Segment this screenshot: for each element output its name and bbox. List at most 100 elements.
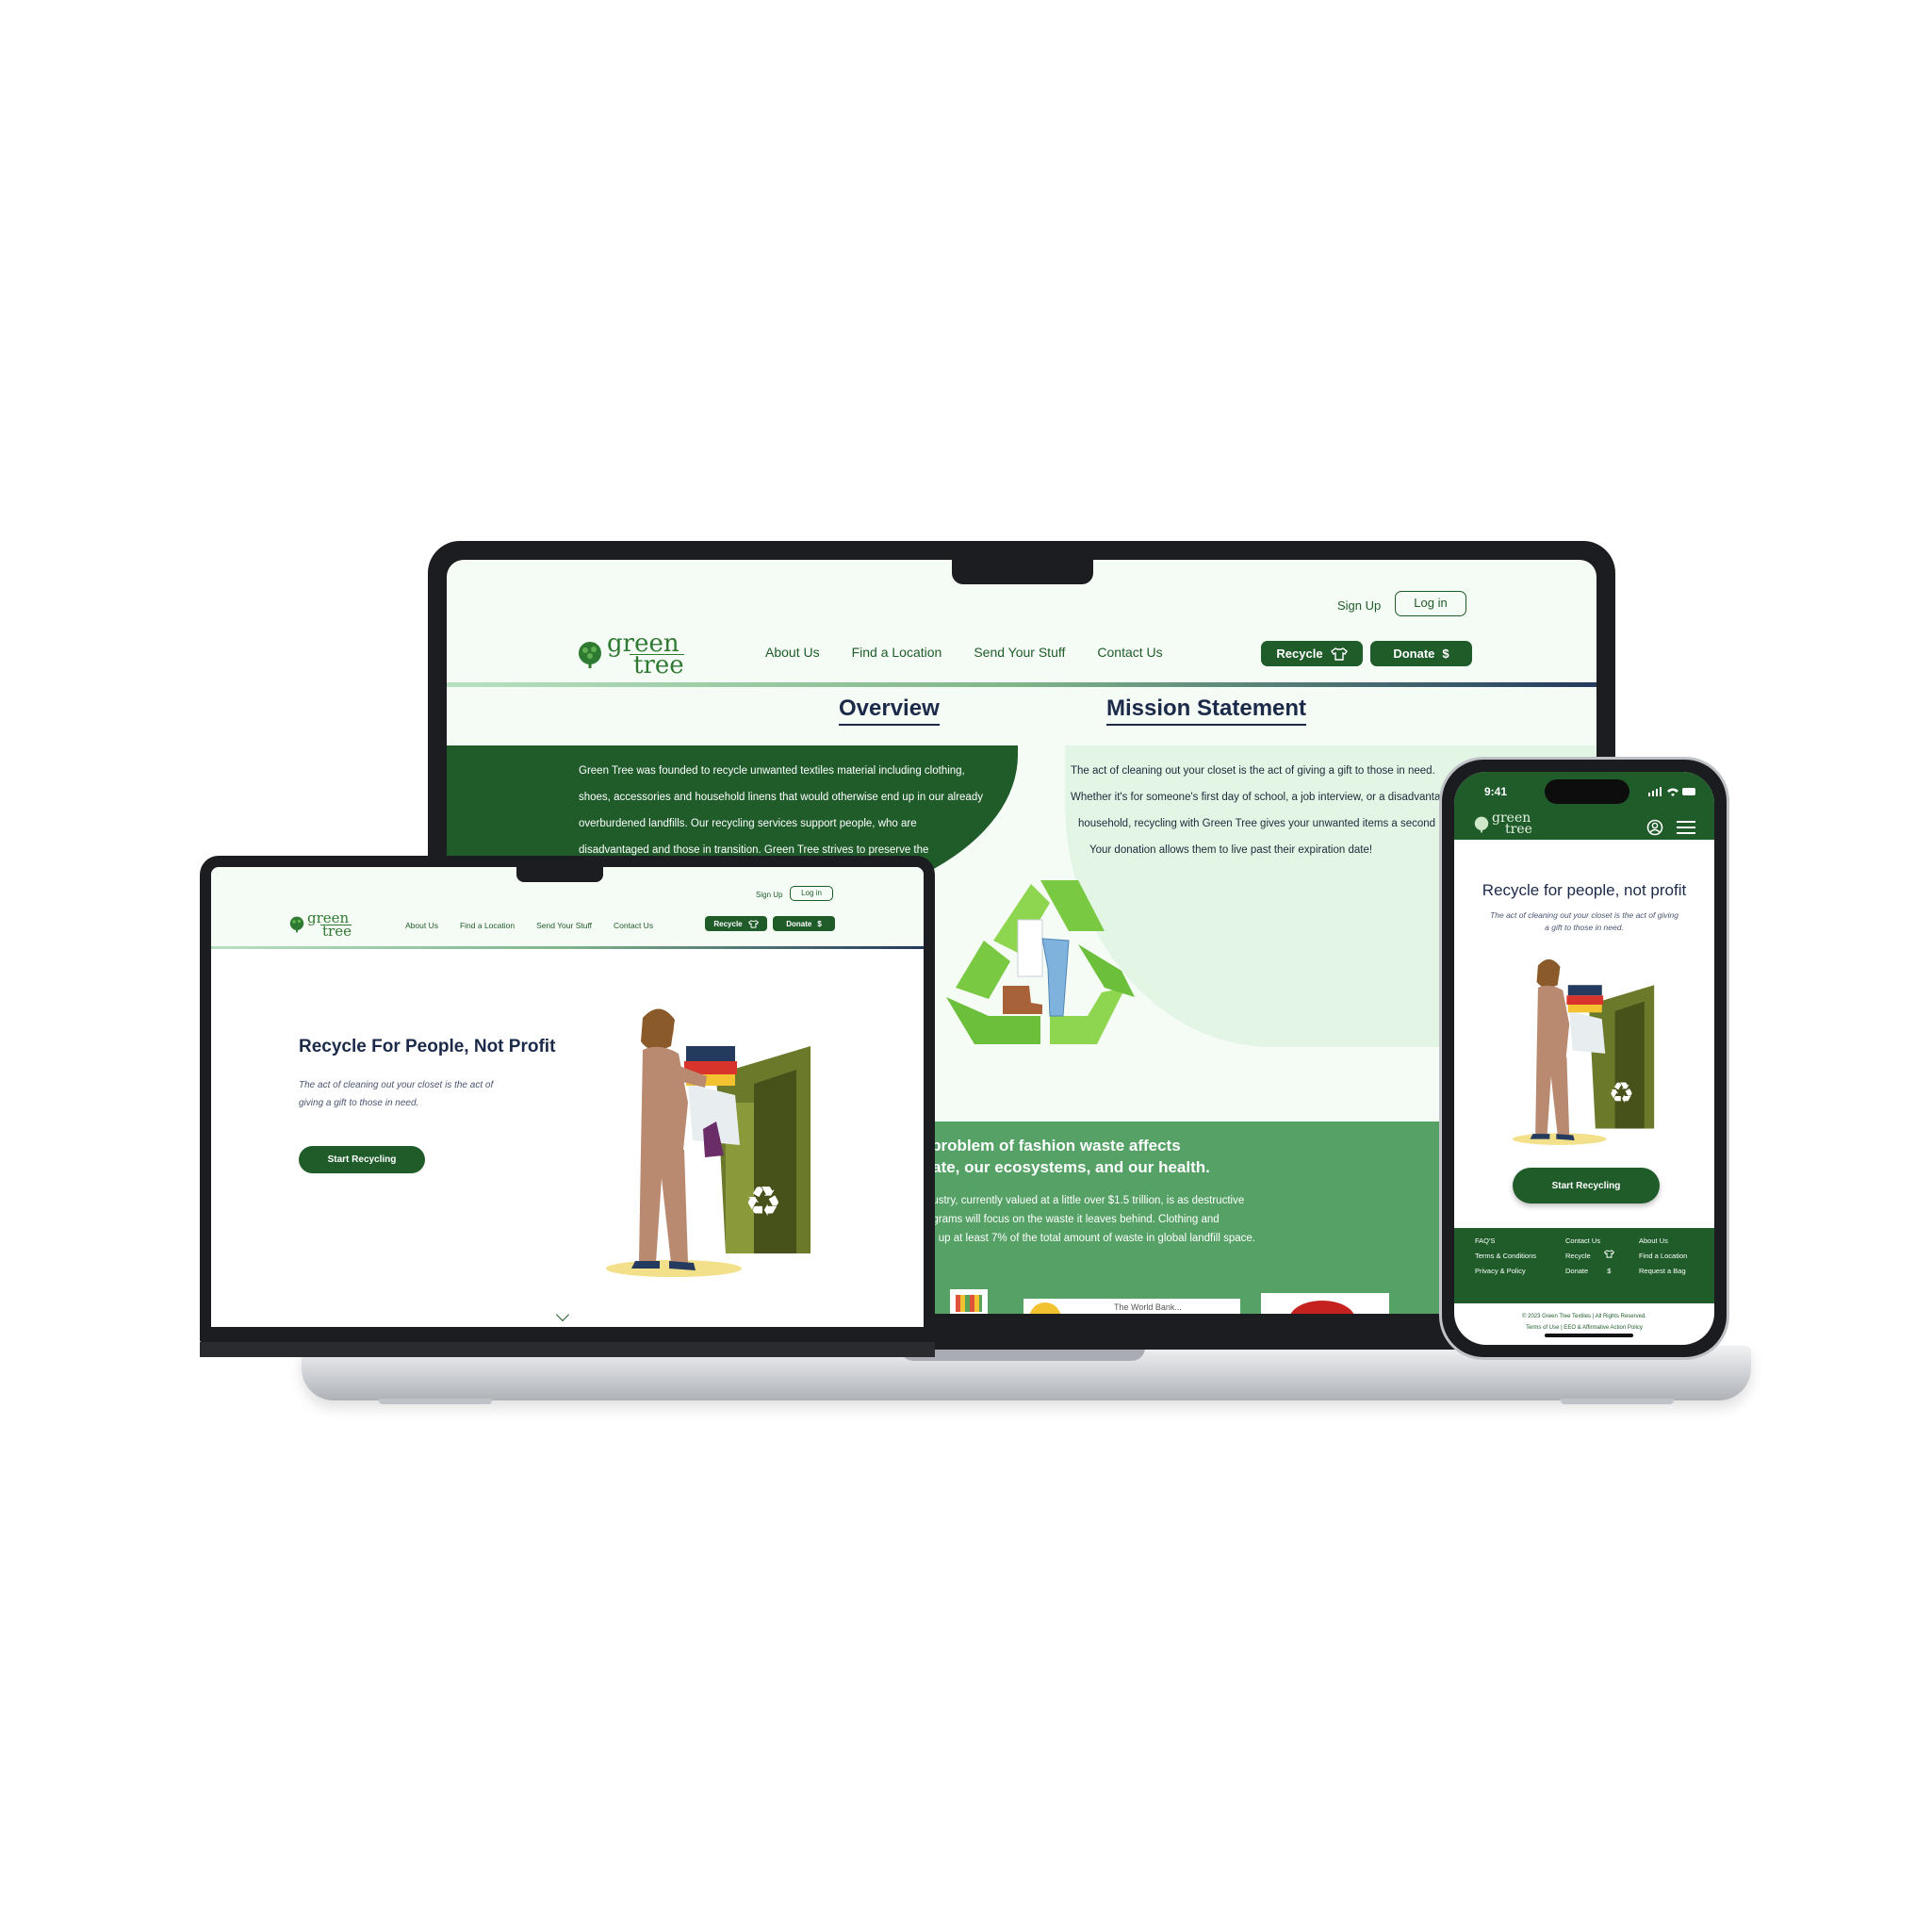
svg-text:♻: ♻ — [1609, 1077, 1634, 1110]
nav-find-location[interactable]: Find a Location — [852, 645, 942, 660]
overview-line: Green Tree was founded to recycle unwant… — [579, 765, 965, 777]
fashion-heading-line: e problem of fashion waste affects — [918, 1137, 1181, 1154]
header-divider — [211, 946, 924, 949]
hero-subtitle: The act of cleaning out your closet is t… — [299, 1076, 516, 1112]
hero-title: Recycle for people, not profit — [1482, 881, 1687, 899]
status-time: 9:41 — [1484, 785, 1508, 798]
tree-logo-icon — [579, 641, 601, 668]
shirt-icon — [1330, 647, 1348, 661]
nav-find-location[interactable]: Find a Location — [460, 921, 515, 930]
small-laptop-base — [200, 1342, 935, 1357]
overview-line: shoes, accessories and household linens … — [579, 792, 983, 803]
hero-subtitle-line: a gift to those in need. — [1545, 923, 1624, 932]
fashion-line: industry, currently valued at a little o… — [918, 1195, 1245, 1206]
shirt-icon — [1603, 1250, 1614, 1258]
fashion-heading: e problem of fashion waste affects mate,… — [918, 1135, 1210, 1178]
fashion-heading-line: mate, our ecosystems, and our health. — [918, 1158, 1210, 1176]
hero-subtitle-line: The act of cleaning out your closet is t… — [1490, 910, 1678, 920]
laptop-foot-right — [1561, 1399, 1674, 1404]
donate-button-label: Donate — [1393, 647, 1435, 661]
copyright-text: © 2023 Green Tree Textiles | All Rights … — [1522, 1314, 1646, 1319]
donate-button[interactable]: Donate $ — [1370, 641, 1472, 666]
laptop-camera-notch — [952, 560, 1093, 584]
nav-about-us[interactable]: About Us — [405, 921, 438, 930]
donate-button-label: Donate — [786, 919, 812, 928]
footer-col-2: Contact Us Recycle Donate $ — [1565, 1234, 1614, 1279]
recycle-button[interactable]: Recycle — [705, 916, 767, 931]
phone-screen: 9:41 green tree Recycle for people, not … — [1454, 772, 1714, 1345]
overview-line: overburdened landfills. Our recycling se… — [579, 818, 917, 829]
copyright: © 2023 Green Tree Textiles | All Rights … — [1454, 1311, 1714, 1334]
signup-link[interactable]: Sign Up — [756, 891, 782, 899]
footer-donate-label: Donate — [1565, 1267, 1589, 1275]
laptop-screen: Sign Up Log in green tree About Us Find … — [211, 867, 924, 1327]
start-recycling-button[interactable]: Start Recycling — [299, 1146, 425, 1173]
overview-heading: Overview — [839, 696, 940, 726]
brand-logo[interactable]: green tree — [1473, 811, 1532, 836]
login-button[interactable]: Log in — [1395, 591, 1466, 616]
small-laptop-camera-notch — [516, 867, 603, 882]
header-divider — [447, 682, 1596, 687]
nav-about-us[interactable]: About Us — [765, 645, 820, 660]
hero-subtitle: The act of cleaning out your closet is t… — [1473, 909, 1695, 934]
dollar-icon: $ — [1607, 1267, 1612, 1275]
footer-link-privacy[interactable]: Privacy & Policy — [1475, 1264, 1536, 1279]
hero-title: Recycle For People, Not Profit — [299, 1037, 556, 1056]
legal-links[interactable]: Terms of Use | EEO & Affirmative Action … — [1454, 1322, 1714, 1334]
recycle-icon — [946, 880, 1135, 1044]
dollar-icon: $ — [817, 919, 822, 928]
footer-link-recycle[interactable]: Recycle — [1565, 1249, 1614, 1264]
status-icons — [1648, 787, 1695, 796]
footer-link-faqs[interactable]: FAQ'S — [1475, 1234, 1536, 1249]
footer-link-donate[interactable]: Donate $ — [1565, 1264, 1614, 1279]
brand-line-2: tree — [320, 922, 352, 940]
chevron-down-icon[interactable] — [555, 1307, 570, 1322]
svg-text:♻: ♻ — [745, 1178, 781, 1226]
hero-illustration: ♻ — [606, 1008, 810, 1277]
infographic-card[interactable] — [1261, 1293, 1389, 1314]
footer-col-1: FAQ'S Terms & Conditions Privacy & Polic… — [1475, 1234, 1536, 1279]
fashion-line: diagrams will focus on the waste it leav… — [918, 1214, 1220, 1225]
login-button[interactable]: Log in — [790, 886, 833, 901]
home-indicator — [1545, 1334, 1633, 1337]
footer-link-about[interactable]: About Us — [1639, 1234, 1687, 1249]
recycle-button-label: Recycle — [1276, 647, 1323, 661]
start-recycling-button[interactable]: Start Recycling — [1513, 1168, 1660, 1203]
brand-logo[interactable]: green tree — [576, 631, 684, 678]
footer-recycle-label: Recycle — [1565, 1252, 1591, 1260]
hero-illustration: ♻ — [1512, 958, 1655, 1145]
card-caption: The World Bank... — [1114, 1302, 1182, 1312]
footer-link-request-bag[interactable]: Request a Bag — [1639, 1264, 1687, 1279]
nav-send-your-stuff[interactable]: Send Your Stuff — [974, 645, 1065, 660]
fashion-line: ake up at least 7% of the total amount o… — [918, 1233, 1255, 1244]
fashion-text: industry, currently valued at a little o… — [918, 1191, 1255, 1248]
footer-col-3: About Us Find a Location Request a Bag — [1639, 1234, 1687, 1279]
hero-subtitle-line: The act of cleaning out your closet is t… — [299, 1080, 494, 1090]
nav-contact-us[interactable]: Contact Us — [1097, 645, 1162, 660]
brand-line-2: tree — [630, 653, 684, 678]
menu-icon[interactable] — [1677, 820, 1695, 835]
tree-logo-icon — [1474, 816, 1489, 833]
infographic-card[interactable] — [950, 1289, 988, 1314]
shirt-icon — [747, 919, 759, 928]
brand-logo[interactable]: green tree — [288, 911, 352, 940]
signup-link[interactable]: Sign Up — [1337, 598, 1381, 613]
recycle-button[interactable]: Recycle — [1261, 641, 1363, 666]
footer-link-terms[interactable]: Terms & Conditions — [1475, 1249, 1536, 1264]
laptop-foot-left — [379, 1399, 492, 1404]
overview-text: Green Tree was founded to recycle unwant… — [579, 758, 998, 863]
main-nav: About Us Find a Location Send Your Stuff… — [405, 921, 653, 930]
tree-logo-icon — [289, 916, 304, 933]
main-nav: About Us Find a Location Send Your Stuff… — [765, 645, 1163, 660]
nav-send-your-stuff[interactable]: Send Your Stuff — [536, 921, 592, 930]
donate-button[interactable]: Donate $ — [773, 916, 835, 931]
footer-link-find-location[interactable]: Find a Location — [1639, 1249, 1687, 1264]
hero-subtitle-line: giving a gift to those in need. — [299, 1098, 419, 1108]
user-circle-icon[interactable] — [1646, 819, 1663, 836]
infographic-card[interactable]: The World Bank... — [1023, 1299, 1240, 1314]
dynamic-island — [1545, 779, 1629, 804]
nav-contact-us[interactable]: Contact Us — [614, 921, 653, 930]
recycle-button-label: Recycle — [713, 919, 743, 928]
mission-heading: Mission Statement — [1106, 696, 1307, 726]
footer-link-contact[interactable]: Contact Us — [1565, 1234, 1614, 1249]
